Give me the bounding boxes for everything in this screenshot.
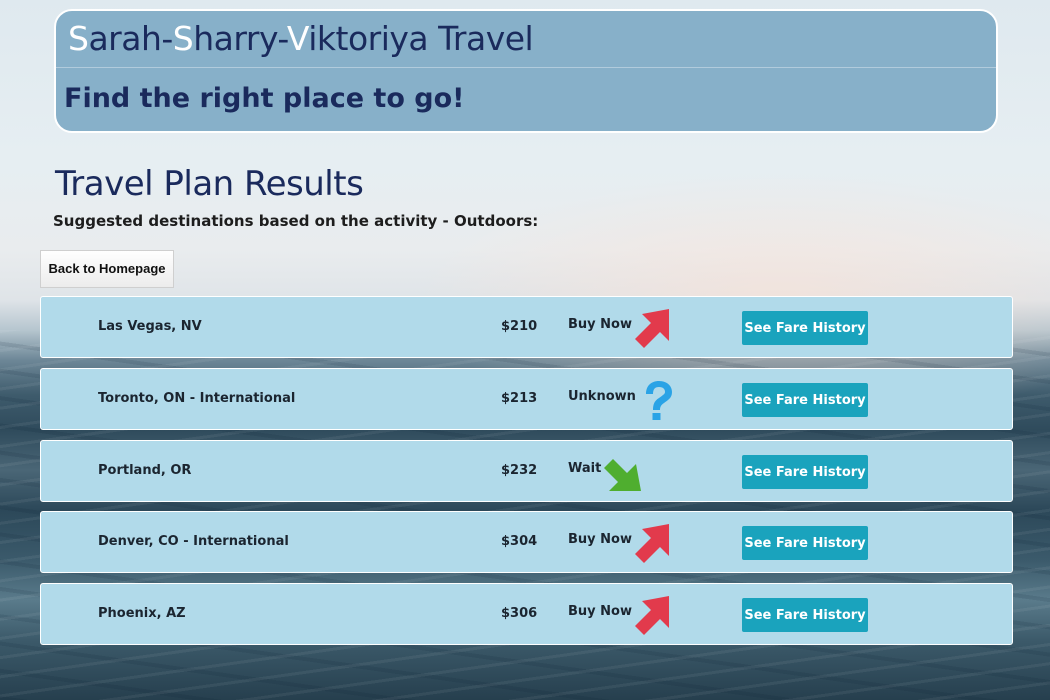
site-header: Sarah-Sharry-Viktoriya Travel Find the r… [54, 9, 998, 133]
destination-price: $210 [501, 319, 538, 334]
destination-city: Denver, CO - International [98, 534, 289, 549]
destination-row: Las Vegas, NV $210 Buy Now See Fare Hist… [40, 296, 1013, 358]
purchase-advice: Buy Now [568, 604, 632, 619]
page-subtitle: Suggested destinations based on the acti… [53, 212, 539, 230]
purchase-advice: Buy Now [568, 317, 632, 332]
arrow-up-right-icon [635, 309, 669, 348]
destination-row: Denver, CO - International $304 Buy Now … [40, 511, 1013, 573]
site-title-text: arah- [88, 19, 173, 58]
destination-city: Las Vegas, NV [98, 319, 202, 334]
destination-city: Portland, OR [98, 463, 192, 478]
destination-price: $213 [501, 391, 538, 406]
see-fare-history-button[interactable]: See Fare History [742, 311, 868, 345]
see-fare-history-button[interactable]: See Fare History [742, 383, 868, 417]
arrow-down-right-icon [604, 459, 641, 491]
purchase-advice: Wait [568, 461, 602, 476]
destination-row: Toronto, ON - International $213 Unknown… [40, 368, 1013, 430]
header-divider [56, 67, 996, 68]
purchase-advice: Unknown [568, 389, 636, 404]
destination-row: Phoenix, AZ $306 Buy Now See Fare Histor… [40, 583, 1013, 645]
destination-price: $304 [501, 534, 538, 549]
destination-city: Phoenix, AZ [98, 606, 186, 621]
question-mark-icon [646, 381, 672, 420]
destination-price: $306 [501, 606, 538, 621]
purchase-advice: Buy Now [568, 532, 632, 547]
see-fare-history-button[interactable]: See Fare History [742, 598, 868, 632]
destination-price: $232 [501, 463, 538, 478]
arrow-up-right-icon [635, 596, 669, 635]
site-tagline: Find the right place to go! [64, 83, 465, 114]
arrow-up-right-icon [635, 524, 669, 563]
see-fare-history-button[interactable]: See Fare History [742, 455, 868, 489]
site-title-text: harry- [193, 19, 287, 58]
see-fare-history-button[interactable]: See Fare History [742, 526, 868, 560]
destination-city: Toronto, ON - International [98, 391, 296, 406]
site-title-letter: S [172, 19, 194, 58]
site-title-letter: S [68, 19, 89, 58]
site-title: Sarah-Sharry-Viktoriya Travel [68, 19, 534, 58]
page-title: Travel Plan Results [55, 164, 364, 204]
site-title-text: iktoriya Travel [308, 19, 534, 58]
back-to-homepage-button[interactable]: Back to Homepage [40, 250, 174, 288]
destination-row: Portland, OR $232 Wait See Fare History [40, 440, 1013, 502]
site-title-letter: V [286, 19, 309, 58]
